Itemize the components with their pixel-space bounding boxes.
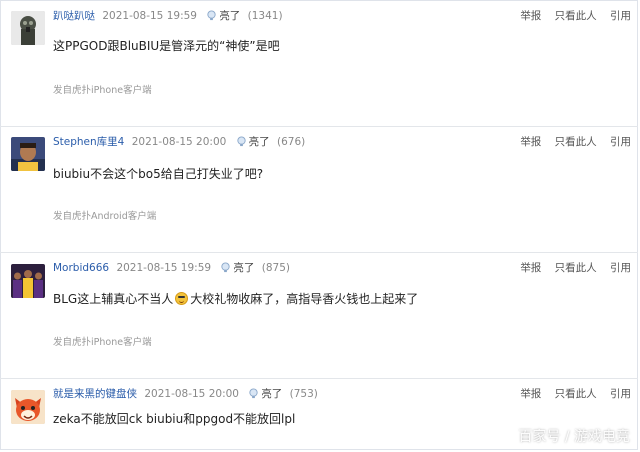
only-this-user-button[interactable]: 只看此人 (555, 388, 597, 400)
report-button[interactable]: 举报 (520, 262, 541, 274)
comment-text: 这PPGOD跟BluBIU是管泽元的“神使”是吧 (53, 39, 280, 53)
avatar-cartoon-fox-icon (11, 390, 45, 424)
divider (0, 126, 638, 127)
report-button[interactable]: 举报 (520, 136, 541, 148)
light-label: 亮了 (233, 262, 255, 274)
lightbulb-icon (237, 136, 246, 147)
light-label: 亮了 (219, 10, 241, 22)
lightbulb-icon (249, 388, 258, 399)
avatar[interactable] (11, 390, 45, 424)
post-source: 发自虎扑iPhone客户端 (53, 337, 152, 348)
comment-text: BLG这上辅真心不当人 大校礼物收麻了，高指导香火钱也上起来了 (53, 291, 418, 307)
watermark: 百家号 / 游戏电竞 (518, 429, 630, 445)
username-link[interactable]: Morbid666 (53, 262, 109, 274)
light-button[interactable]: 亮了 (248, 388, 285, 400)
avatar-team-photo-icon (11, 264, 45, 298)
post-time: 2021-08-15 19:59 (116, 262, 212, 274)
comment-item: Stephen库里4 2021-08-15 20:00 亮了 (676) 举报 … (0, 126, 638, 252)
light-button[interactable]: 亮了 (220, 262, 257, 274)
laughing-emoji-icon (175, 292, 189, 305)
post-time: 2021-08-15 20:00 (131, 136, 227, 148)
light-label: 亮了 (248, 136, 270, 148)
comment-text: biubiu不会这个bo5给自己打失业了吧? (53, 167, 264, 181)
light-button[interactable]: 亮了 (236, 136, 273, 148)
comment-meta: Morbid666 2021-08-15 19:59 亮了 (875) (53, 261, 290, 275)
username-link[interactable]: 就是来黑的键盘侠 (53, 388, 137, 400)
report-button[interactable]: 举报 (520, 10, 541, 22)
comment-actions: 举报 只看此人 引用 (510, 261, 631, 275)
comment-meta: 趴哒趴哒 2021-08-15 19:59 亮了 (1341) (53, 9, 283, 23)
comment-item: 趴哒趴哒 2021-08-15 19:59 亮了 (1341) 举报 只看此人 … (0, 0, 638, 126)
post-source: 发自虎扑iPhone客户端 (53, 85, 152, 96)
divider (0, 378, 638, 379)
quote-button[interactable]: 引用 (610, 10, 631, 22)
lightbulb-icon (221, 262, 231, 273)
light-count: (1341) (247, 10, 283, 22)
avatar[interactable] (11, 11, 45, 45)
lightbulb-icon (207, 10, 216, 21)
avatar-player-photo-icon (11, 137, 45, 171)
quote-button[interactable]: 引用 (610, 262, 631, 274)
only-this-user-button[interactable]: 只看此人 (555, 10, 597, 22)
light-label: 亮了 (261, 388, 283, 400)
comment-item: Morbid666 2021-08-15 19:59 亮了 (875) 举报 只… (0, 252, 638, 378)
only-this-user-button[interactable]: 只看此人 (555, 136, 597, 148)
post-time: 2021-08-15 20:00 (144, 388, 239, 400)
comment-actions: 举报 只看此人 引用 (510, 387, 631, 401)
username-link[interactable]: Stephen库里4 (53, 136, 124, 148)
divider (0, 252, 638, 253)
only-this-user-button[interactable]: 只看此人 (555, 262, 597, 274)
comment-text-part: 大校礼物收麻了，高指导香火钱也上起来了 (190, 292, 419, 306)
comment-text-part: BLG这上辅真心不当人 (53, 292, 174, 306)
comment-meta: 就是来黑的键盘侠 2021-08-15 20:00 亮了 (753) (53, 387, 318, 401)
comment-meta: Stephen库里4 2021-08-15 20:00 亮了 (676) (53, 135, 305, 149)
avatar[interactable] (11, 264, 45, 298)
light-button[interactable]: 亮了 (206, 10, 243, 22)
quote-button[interactable]: 引用 (610, 136, 631, 148)
comment-actions: 举报 只看此人 引用 (510, 135, 631, 149)
quote-button[interactable]: 引用 (610, 388, 631, 400)
report-button[interactable]: 举报 (520, 388, 541, 400)
username-link[interactable]: 趴哒趴哒 (53, 10, 95, 22)
comment-text: zeka不能放回ck biubiu和ppgod不能放回lpl (53, 412, 296, 426)
comment-actions: 举报 只看此人 引用 (510, 9, 631, 23)
avatar-gas-mask-icon (11, 11, 45, 45)
post-source: 发自虎扑Android客户端 (53, 211, 157, 222)
avatar[interactable] (11, 137, 45, 171)
post-time: 2021-08-15 19:59 (102, 10, 197, 22)
light-count: (875) (261, 262, 290, 274)
light-count: (753) (289, 388, 318, 400)
light-count: (676) (277, 136, 306, 148)
